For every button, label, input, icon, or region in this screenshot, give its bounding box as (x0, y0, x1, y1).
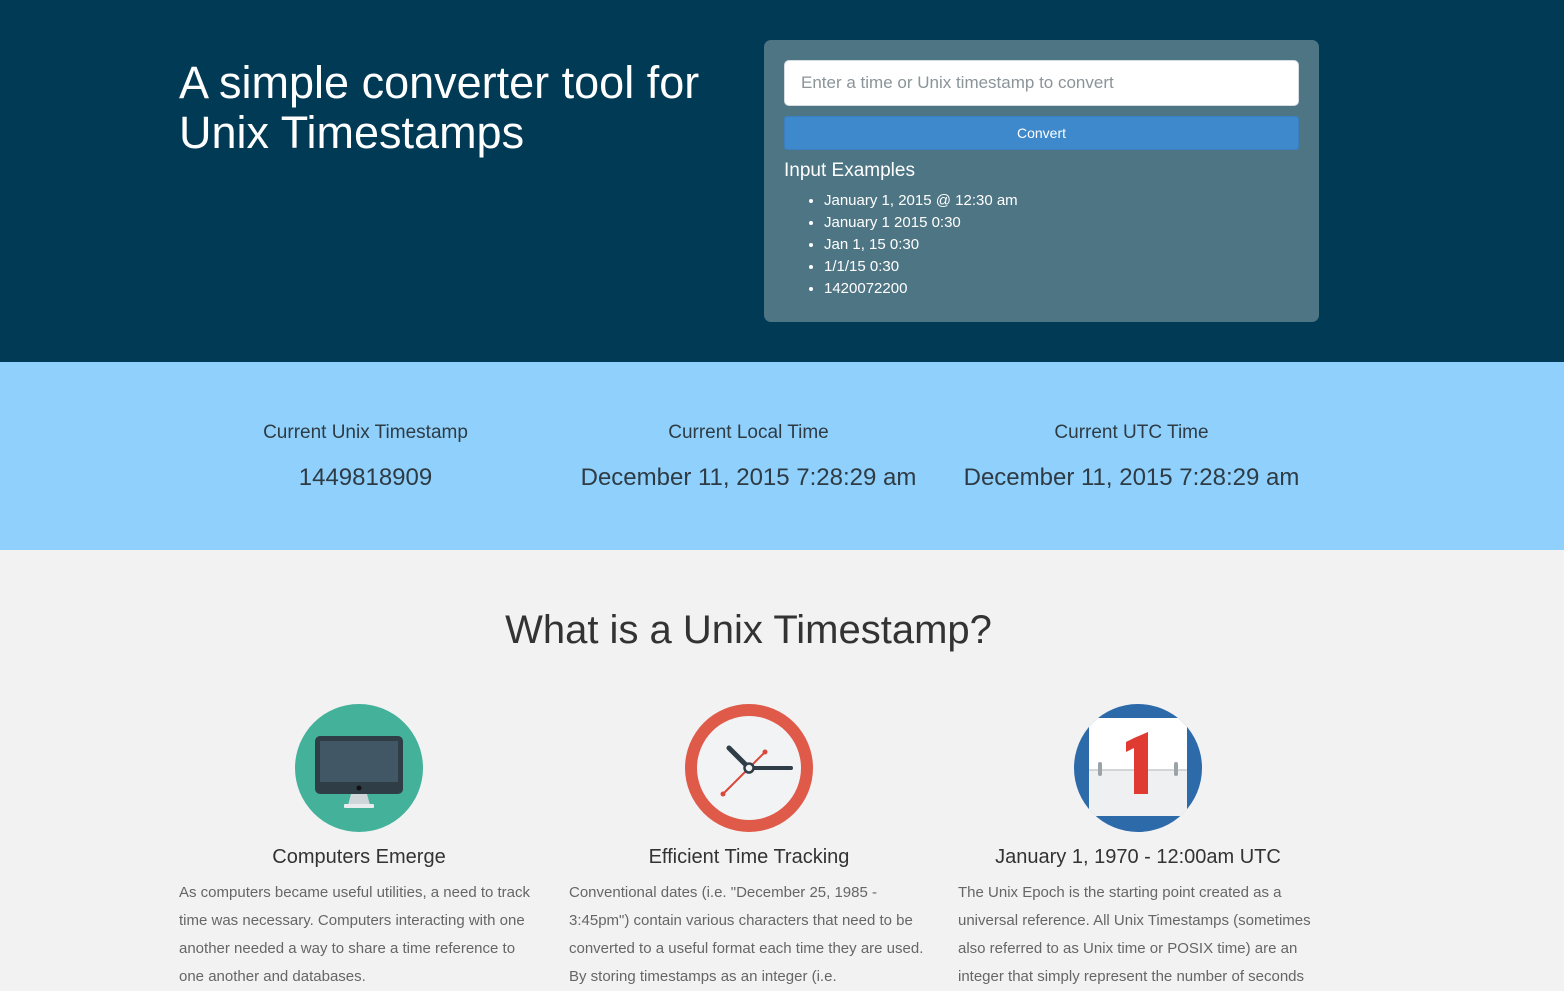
column-title: Efficient Time Tracking (648, 846, 850, 868)
utc-time-stat: Current UTC Time December 11, 2015 7:28:… (940, 422, 1323, 492)
info-section: What is a Unix Timestamp? Computers Emer… (0, 550, 1564, 985)
stat-value: 1449818909 (298, 464, 433, 491)
column-title: Computers Emerge (272, 846, 446, 868)
example-item: 1420072200 (824, 278, 1299, 300)
example-item: January 1 2015 0:30 (824, 212, 1299, 234)
example-item: January 1, 2015 @ 12:30 am (824, 190, 1299, 212)
convert-button[interactable]: Convert (784, 116, 1299, 150)
local-time-stat: Current Local Time December 11, 2015 7:2… (557, 422, 940, 492)
info-column-unix-epoch: January 1, 1970 - 12:00am UTC The Unix E… (958, 704, 1318, 991)
example-item: Jan 1, 15 0:30 (824, 234, 1299, 256)
stat-value: December 11, 2015 7:28:29 am (963, 464, 1300, 491)
stat-label: Current Local Time (668, 422, 829, 443)
examples-title: Input Examples (784, 160, 915, 181)
example-item: 1/1/15 0:30 (824, 256, 1299, 278)
unix-timestamp-stat: Current Unix Timestamp 1449818909 (174, 422, 557, 492)
column-text: Conventional dates (i.e. "December 25, 1… (569, 884, 924, 985)
hero-section: A simple converter tool for Unix Timesta… (0, 0, 1564, 362)
column-title: January 1, 1970 - 12:00am UTC (995, 846, 1281, 868)
current-time-section: Current Unix Timestamp 1449818909 Curren… (0, 362, 1564, 550)
converter-panel: Convert Input Examples January 1, 2015 @… (764, 40, 1319, 322)
clock-icon (685, 704, 813, 832)
calendar-icon (1074, 704, 1202, 832)
stat-label: Current UTC Time (1054, 422, 1209, 443)
examples-list: January 1, 2015 @ 12:30 am January 1 201… (784, 190, 1299, 300)
stat-label: Current Unix Timestamp (263, 422, 468, 443)
column-text: As computers became useful utilities, a … (179, 884, 531, 985)
hero-title: A simple converter tool for Unix Timesta… (179, 57, 700, 158)
monitor-icon (295, 704, 423, 832)
column-text: The Unix Epoch is the starting point cre… (958, 884, 1311, 985)
stat-value: December 11, 2015 7:28:29 am (580, 464, 917, 491)
timestamp-input[interactable] (784, 60, 1299, 106)
info-column-time-tracking: Efficient Time Tracking Conventional dat… (569, 704, 929, 991)
info-column-computers: Computers Emerge As computers became use… (179, 704, 539, 991)
info-title: What is a Unix Timestamp? (505, 608, 992, 652)
